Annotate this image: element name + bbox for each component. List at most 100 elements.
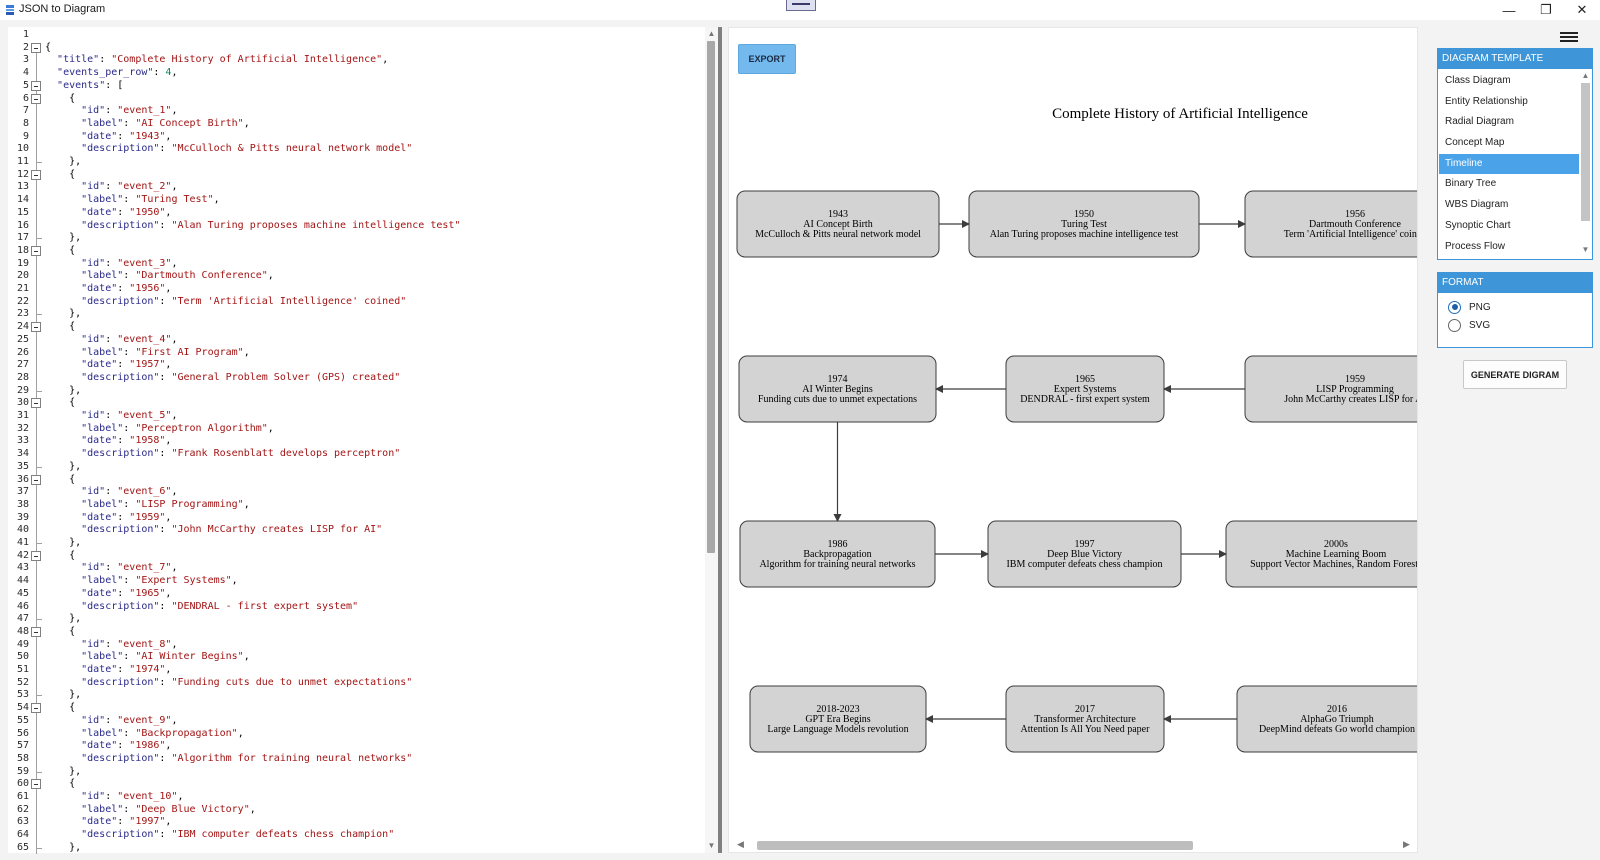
template-item-binary-tree[interactable]: Binary Tree (1439, 174, 1579, 195)
code-line[interactable]: "description": "DENDRAL - first expert s… (45, 601, 358, 614)
template-item-timeline[interactable]: Timeline (1439, 153, 1579, 175)
code-line[interactable]: "id": "event_4", (45, 334, 177, 347)
code-line[interactable]: { (45, 397, 75, 410)
fold-toggle-icon[interactable] (31, 322, 41, 333)
restore-button[interactable]: ❐ (1528, 0, 1564, 20)
template-item-synoptic-chart[interactable]: Synoptic Chart (1439, 216, 1579, 237)
fold-toggle-icon[interactable] (31, 245, 41, 256)
code-line[interactable]: "description": "John McCarthy creates LI… (45, 524, 382, 537)
code-line[interactable]: "label": "Turing Test", (45, 194, 220, 207)
fold-toggle-icon[interactable] (31, 80, 41, 91)
code-area[interactable]: { "title": "Complete History of Artifici… (45, 27, 695, 853)
template-item-process-flow[interactable]: Process Flow (1439, 237, 1579, 258)
diagram-canvas[interactable]: Complete History of Artificial Intellige… (728, 27, 1418, 853)
fold-toggle-icon[interactable] (31, 93, 41, 104)
code-line[interactable]: "description": "McCulloch & Pitts neural… (45, 143, 412, 156)
generate-diagram-button[interactable]: GENERATE DIGRAM (1463, 360, 1567, 389)
code-line[interactable]: "id": "event_7", (45, 562, 177, 575)
code-line[interactable]: "label": "Backpropagation", (45, 728, 244, 741)
code-line[interactable]: }, (45, 842, 81, 855)
code-line[interactable]: "date": "1957", (45, 359, 171, 372)
code-line[interactable]: "label": "Deep Blue Victory", (45, 804, 256, 817)
canvas-scroll-thumb[interactable] (757, 841, 1193, 850)
code-line[interactable]: "date": "1959", (45, 512, 171, 525)
code-line[interactable]: { (45, 321, 75, 334)
code-line[interactable]: "date": "1965", (45, 588, 171, 601)
code-line[interactable]: "id": "event_10", (45, 791, 183, 804)
code-line[interactable]: "id": "event_1", (45, 105, 177, 118)
template-list[interactable]: Class Diagram Entity Relationship Radial D… (1439, 71, 1579, 257)
code-line[interactable]: "description": "Frank Rosenblatt develop… (45, 448, 400, 461)
template-scroll-down-icon[interactable]: ▼ (1580, 245, 1591, 255)
code-line[interactable]: }, (45, 461, 81, 474)
code-line[interactable]: "date": "1986", (45, 740, 171, 753)
editor-scroll-thumb[interactable] (707, 41, 715, 553)
code-line[interactable]: "label": "AI Concept Birth", (45, 118, 250, 131)
panel-splitter[interactable] (718, 27, 722, 853)
code-line[interactable]: }, (45, 766, 81, 779)
code-line[interactable]: "title": "Complete History of Artificial… (45, 54, 388, 67)
code-line[interactable]: { (45, 93, 75, 106)
code-line[interactable]: { (45, 169, 75, 182)
code-line[interactable]: }, (45, 385, 81, 398)
editor-vertical-scrollbar[interactable]: ▲ ▼ (705, 27, 718, 853)
format-option-png[interactable]: PNG (1448, 299, 1491, 315)
minimize-button[interactable]: — (1491, 0, 1527, 20)
code-line[interactable]: { (45, 626, 75, 639)
template-item-wbs-diagram[interactable]: WBS Diagram (1439, 195, 1579, 216)
code-line[interactable]: { (45, 550, 75, 563)
template-item-radial-diagram[interactable]: Radial Diagram (1439, 112, 1579, 133)
fold-toggle-icon[interactable] (31, 398, 41, 409)
code-line[interactable]: }, (45, 689, 81, 702)
code-line[interactable]: "date": "1950", (45, 207, 171, 220)
scroll-right-icon[interactable]: ▶ (1403, 839, 1410, 850)
radio-button-icon[interactable] (1448, 300, 1461, 314)
close-button[interactable]: ✕ (1564, 0, 1600, 20)
code-line[interactable]: "label": "Expert Systems", (45, 575, 238, 588)
code-line[interactable]: }, (45, 232, 81, 245)
code-line[interactable]: "description": "IBM computer defeats che… (45, 829, 394, 842)
code-line[interactable]: "label": "Perceptron Algorithm", (45, 423, 274, 436)
code-line[interactable]: "description": "General Problem Solver (… (45, 372, 400, 385)
code-line[interactable]: "id": "event_3", (45, 258, 177, 271)
code-line[interactable]: { (45, 474, 75, 487)
template-item-entity-relationship[interactable]: Entity Relationship (1439, 92, 1579, 113)
code-line[interactable]: "events": [ (45, 80, 123, 93)
code-line[interactable]: "date": "1997", (45, 816, 171, 829)
code-line[interactable]: "label": "Dartmouth Conference", (45, 270, 274, 283)
code-line[interactable]: }, (45, 308, 81, 321)
fold-toggle-icon[interactable] (31, 626, 41, 637)
fold-toggle-icon[interactable] (31, 474, 41, 485)
json-editor[interactable]: 1 2 3 4 5 6 7 8 9 10 11 12 13 14 15 16 17 18 19 20 21 22 23 24 2… (8, 27, 718, 855)
drag-handle[interactable] (786, 0, 816, 11)
code-line[interactable]: }, (45, 537, 81, 550)
export-button[interactable]: EXPORT (738, 44, 796, 74)
scroll-left-icon[interactable]: ◀ (737, 839, 744, 850)
radio-button-icon[interactable] (1448, 318, 1461, 332)
scroll-down-icon[interactable]: ▼ (706, 841, 717, 851)
canvas-horizontal-scrollbar[interactable]: ◀ ▶ (731, 836, 1417, 852)
fold-toggle-icon[interactable] (31, 169, 41, 180)
code-line[interactable]: "id": "event_9", (45, 715, 177, 728)
template-item-class-diagram[interactable]: Class Diagram (1439, 71, 1579, 92)
code-line[interactable]: "description": "Alan Turing proposes mac… (45, 220, 460, 233)
code-line[interactable]: "description": "Algorithm for training n… (45, 753, 412, 766)
code-line[interactable]: "description": "Term 'Artificial Intelli… (45, 296, 406, 309)
code-line[interactable]: "events_per_row": 4, (45, 67, 177, 80)
code-line[interactable]: { (45, 702, 75, 715)
format-option-svg[interactable]: SVG (1448, 317, 1490, 333)
code-line[interactable]: "date": "1974", (45, 664, 171, 677)
code-line[interactable]: "label": "LISP Programming", (45, 499, 250, 512)
code-line[interactable]: { (45, 778, 75, 791)
scroll-up-icon[interactable]: ▲ (706, 29, 717, 39)
code-line[interactable]: "id": "event_8", (45, 639, 177, 652)
template-scroll-thumb[interactable] (1581, 83, 1590, 221)
code-line[interactable]: "id": "event_2", (45, 181, 177, 194)
fold-toggle-icon[interactable] (31, 703, 41, 714)
title-bar[interactable]: JSON to Diagram — ❐ ✕ (0, 0, 1600, 20)
template-list-scrollbar[interactable]: ▲ ▼ (1579, 71, 1592, 257)
code-line[interactable]: "id": "event_5", (45, 410, 177, 423)
fold-toggle-icon[interactable] (31, 42, 41, 53)
code-line[interactable]: "date": "1958", (45, 435, 171, 448)
code-line[interactable]: }, (45, 156, 81, 169)
